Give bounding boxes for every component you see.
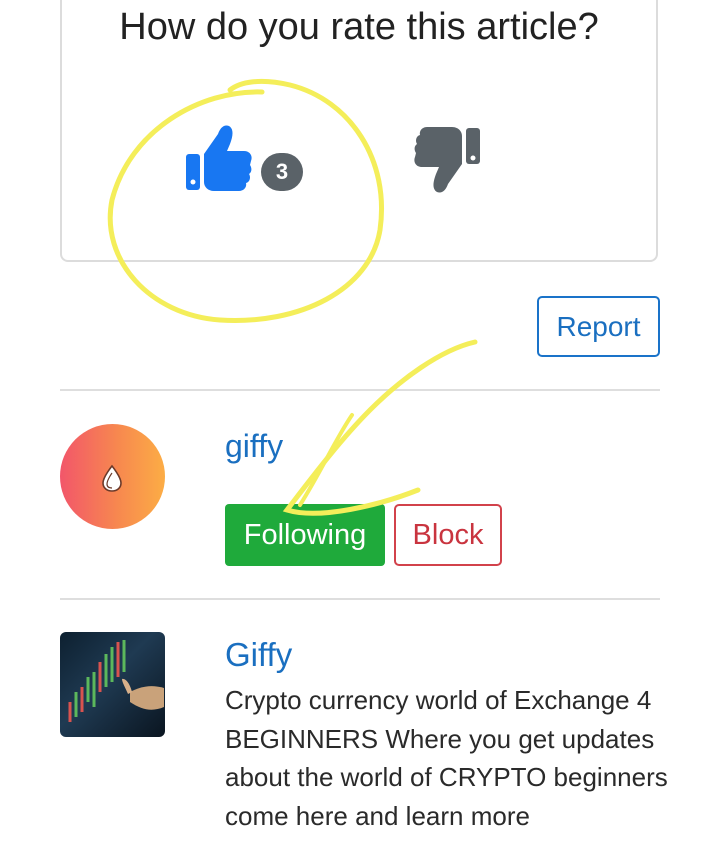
community-name-link[interactable]: Giffy xyxy=(225,636,292,674)
like-count-badge: 3 xyxy=(261,153,303,191)
following-button[interactable]: Following xyxy=(225,504,385,566)
trading-chart-image xyxy=(68,640,164,722)
community-description: Crypto currency world of Exchange 4 BEGI… xyxy=(225,685,668,831)
annotation-arrow-tick xyxy=(298,413,354,507)
thumbs-up-icon[interactable] xyxy=(184,124,254,192)
divider xyxy=(60,389,660,391)
author-name-link[interactable]: giffy xyxy=(225,428,283,465)
thumbs-down-icon[interactable] xyxy=(412,126,482,194)
drop-icon xyxy=(102,464,122,492)
avatar[interactable] xyxy=(60,424,165,529)
report-button[interactable]: Report xyxy=(537,296,660,357)
annotation-arrow xyxy=(282,339,478,516)
rating-question: How do you rate this article? xyxy=(119,6,599,48)
block-button[interactable]: Block xyxy=(394,504,502,566)
divider xyxy=(60,598,660,600)
community-thumbnail[interactable] xyxy=(60,632,165,737)
